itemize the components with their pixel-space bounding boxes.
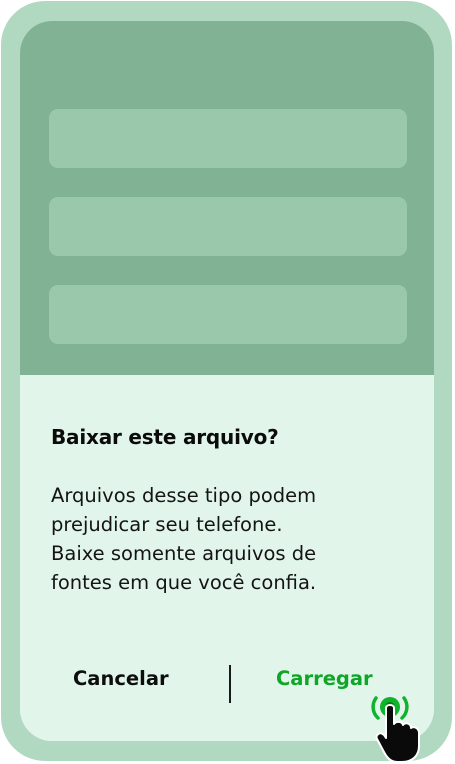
dialog-message-line: Arquivos desse tipo podem bbox=[51, 484, 317, 507]
load-button[interactable]: Carregar bbox=[276, 667, 373, 690]
phone-screen: Baixar este arquivo? Arquivos desse tipo… bbox=[20, 21, 434, 741]
actions-divider bbox=[229, 665, 231, 703]
dialog-message-line: Baixe somente arquivos de bbox=[51, 542, 317, 565]
placeholder-bar bbox=[49, 197, 407, 256]
placeholder-bar bbox=[49, 109, 407, 168]
dialog-message: Arquivos desse tipo podem prejudicar seu… bbox=[51, 481, 411, 597]
dialog-message-line: prejudicar seu telefone. bbox=[51, 513, 283, 536]
dialog-title: Baixar este arquivo? bbox=[51, 425, 279, 449]
background-app bbox=[20, 21, 434, 375]
cancel-button[interactable]: Cancelar bbox=[73, 667, 169, 690]
hand-pointer-icon bbox=[371, 696, 420, 763]
phone-frame: Baixar este arquivo? Arquivos desse tipo… bbox=[1, 1, 452, 761]
dialog-message-line: fontes em que você confia. bbox=[51, 571, 317, 594]
placeholder-bar bbox=[49, 285, 407, 344]
